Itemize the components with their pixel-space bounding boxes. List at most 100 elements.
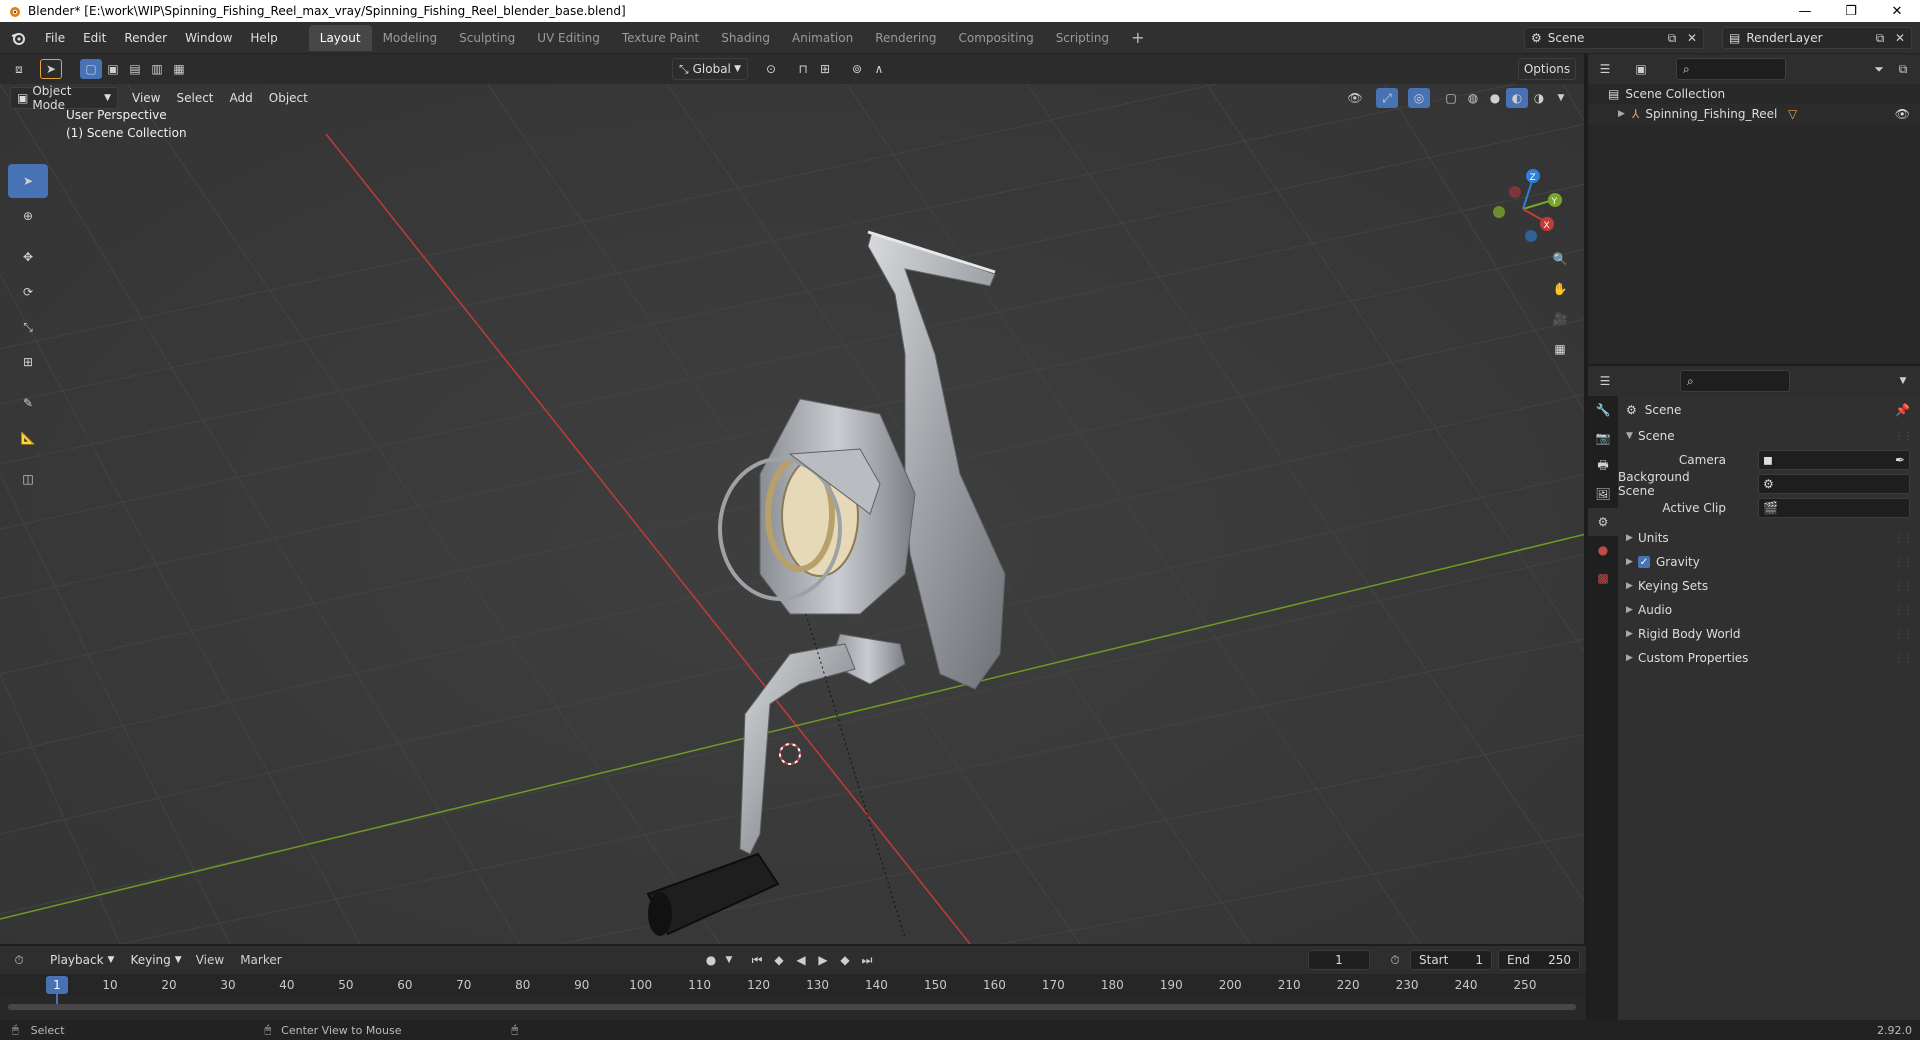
pan-hand-icon[interactable]: ✋ — [1546, 274, 1574, 304]
display-mode-icon[interactable]: ▣ — [1630, 59, 1652, 79]
playhead-line[interactable] — [56, 994, 58, 1004]
keying-sets-panel-header[interactable]: ▶ Keying Sets ⋮⋮ — [1618, 574, 1920, 598]
units-panel-header[interactable]: ▶ Units ⋮⋮ — [1618, 526, 1920, 550]
timeline-scrollbar[interactable] — [8, 1004, 1576, 1010]
tab-layout[interactable]: Layout — [308, 24, 372, 51]
play-reverse-icon[interactable]: ◀ — [790, 950, 812, 970]
menu-edit[interactable]: Edit — [74, 27, 115, 49]
annotate-tool-icon[interactable]: ✎ — [8, 386, 48, 420]
drag-grip-icon[interactable]: ⋮⋮ — [1894, 653, 1913, 664]
restore-button[interactable]: ❐ — [1828, 0, 1874, 22]
tool-tab-icon[interactable]: 🔧 — [1588, 396, 1618, 424]
new-layer-icon[interactable]: ⧉ — [1869, 28, 1891, 48]
filter-icon[interactable]: ⏷ — [1868, 59, 1890, 79]
wireframe-shading-icon[interactable]: ◍ — [1462, 88, 1484, 108]
close-button[interactable]: ✕ — [1874, 0, 1920, 22]
background-scene-field[interactable]: ⚙ — [1758, 474, 1910, 494]
properties-editor-icon[interactable]: ☰ — [1594, 371, 1616, 391]
drag-grip-icon[interactable]: ⋮⋮ — [1894, 581, 1913, 592]
object-mode-dropdown[interactable]: ▣ Object Mode ▼ — [10, 84, 118, 112]
xray-icon[interactable]: ▢ — [1440, 88, 1462, 108]
editor-type-icon[interactable]: ⧈ — [8, 59, 30, 79]
tab-uv-editing[interactable]: UV Editing — [526, 25, 611, 51]
select-box-new-icon[interactable]: ▢ — [80, 59, 102, 79]
add-cube-tool-icon[interactable]: ◫ — [8, 462, 48, 496]
move-tool-icon[interactable]: ✥ — [8, 240, 48, 274]
keying-dropdown[interactable]: Keying ▼ — [124, 949, 187, 971]
record-icon[interactable]: ● — [700, 950, 722, 970]
outliner-root-row[interactable]: ▤ Scene Collection — [1588, 84, 1920, 104]
new-collection-icon[interactable]: ⧉ — [1892, 59, 1914, 79]
eye-visibility-icon[interactable]: 👁 — [1895, 107, 1910, 121]
pin-icon[interactable]: 📌 — [1895, 403, 1910, 417]
timeline-editor-icon[interactable]: ⏱ — [8, 950, 30, 970]
menu-select[interactable]: Select — [168, 91, 221, 105]
drag-grip-icon[interactable]: ⋮⋮ — [1894, 533, 1913, 544]
delete-layer-icon[interactable]: ✕ — [1889, 28, 1911, 48]
camera-view-icon[interactable]: 🎥 — [1546, 304, 1574, 334]
scene-tab-icon[interactable]: ⚙ — [1588, 508, 1618, 536]
menu-view[interactable]: View — [124, 91, 168, 105]
new-scene-icon[interactable]: ⧉ — [1661, 28, 1683, 48]
gravity-checkbox[interactable]: ✓ — [1638, 556, 1650, 568]
blender-menu-icon[interactable] — [4, 24, 32, 52]
view-layer-selector[interactable]: ▤ RenderLayer ⧉ ✕ — [1722, 27, 1912, 49]
jump-end-icon[interactable]: ⏭ — [856, 950, 878, 970]
falloff-icon[interactable]: ∧ — [868, 59, 890, 79]
outliner-item-row[interactable]: ▶ ⅄ Spinning_Fishing_Reel ▽ 👁 — [1588, 104, 1920, 124]
drag-grip-icon[interactable]: ⋮⋮ — [1894, 557, 1913, 568]
menu-add[interactable]: Add — [222, 91, 261, 105]
overlay-toggle-icon[interactable]: ◎ — [1408, 88, 1430, 108]
current-frame-field[interactable]: 1 — [1308, 950, 1370, 970]
tab-animation[interactable]: Animation — [781, 25, 864, 51]
record-options-icon[interactable]: ▼ — [722, 950, 736, 970]
outliner-editor-icon[interactable]: ☰ — [1594, 59, 1616, 79]
menu-marker[interactable]: Marker — [232, 953, 289, 967]
tab-modeling[interactable]: Modeling — [372, 25, 449, 51]
select-box-extend-icon[interactable]: ▣ — [102, 59, 124, 79]
cursor-tool-icon[interactable]: ⊕ — [8, 199, 48, 233]
play-icon[interactable]: ▶ — [812, 950, 834, 970]
tab-texture-paint[interactable]: Texture Paint — [611, 25, 710, 51]
texture-tab-icon[interactable]: ▩ — [1588, 564, 1618, 592]
delete-scene-icon[interactable]: ✕ — [1681, 28, 1703, 48]
solid-shading-icon[interactable]: ● — [1484, 88, 1506, 108]
audio-panel-header[interactable]: ▶ Audio ⋮⋮ — [1618, 598, 1920, 622]
pivot-point-icon[interactable]: ⊙ — [760, 59, 782, 79]
snap-target-icon[interactable]: ⊞ — [814, 59, 836, 79]
playback-dropdown[interactable]: Playback ▼ — [44, 949, 120, 971]
material-shading-icon[interactable]: ◐ — [1506, 88, 1528, 108]
tab-shading[interactable]: Shading — [710, 25, 781, 51]
chevron-down-icon[interactable]: ▼ — [1892, 371, 1914, 391]
menu-window[interactable]: Window — [176, 27, 241, 49]
menu-object[interactable]: Object — [261, 91, 316, 105]
menu-file[interactable]: File — [36, 27, 74, 49]
eyedropper-icon[interactable]: ✒ — [1895, 453, 1905, 467]
tab-rendering[interactable]: Rendering — [864, 25, 947, 51]
render-tab-icon[interactable]: 📷 — [1588, 424, 1618, 452]
measure-tool-icon[interactable]: 📐 — [8, 421, 48, 455]
select-box-tool-icon[interactable]: ➤ — [8, 164, 48, 198]
outliner-search-input[interactable]: ⌕ — [1676, 58, 1786, 80]
add-workspace-icon[interactable]: + — [1120, 22, 1155, 53]
minimize-button[interactable]: — — [1782, 0, 1828, 22]
drag-grip-icon[interactable]: ⋮⋮ — [1894, 431, 1913, 442]
select-box-intersect-icon[interactable]: ▦ — [168, 59, 190, 79]
custom-properties-panel-header[interactable]: ▶ Custom Properties ⋮⋮ — [1618, 646, 1920, 670]
camera-field[interactable]: ◼ ✒ — [1758, 450, 1910, 470]
output-tab-icon[interactable]: 🖶 — [1588, 452, 1618, 480]
properties-search-input[interactable]: ⌕ — [1680, 370, 1790, 392]
select-box-invert-icon[interactable]: ▥ — [146, 59, 168, 79]
tab-sculpting[interactable]: Sculpting — [448, 25, 526, 51]
expand-chevron-icon[interactable]: ▶ — [1618, 109, 1632, 119]
navigation-gizmo[interactable]: Z Y X — [1478, 164, 1568, 254]
world-tab-icon[interactable]: ● — [1588, 536, 1618, 564]
select-box-subtract-icon[interactable]: ▤ — [124, 59, 146, 79]
viewport-3d[interactable]: ⧈ ➤ ▢ ▣ ▤ ▥ ▦ ⤡ Global ▼ ⊙ ⊓ ⊞ ⊚ ∧ Optio… — [0, 54, 1586, 944]
tab-scripting[interactable]: Scripting — [1045, 25, 1120, 51]
jump-start-icon[interactable]: ⏮ — [746, 950, 768, 970]
proportional-edit-icon[interactable]: ⊚ — [846, 59, 868, 79]
start-frame-field[interactable]: Start 1 — [1410, 950, 1492, 970]
select-mode-icon[interactable]: ➤ — [40, 59, 62, 79]
shading-options-icon[interactable]: ▼ — [1550, 88, 1572, 108]
